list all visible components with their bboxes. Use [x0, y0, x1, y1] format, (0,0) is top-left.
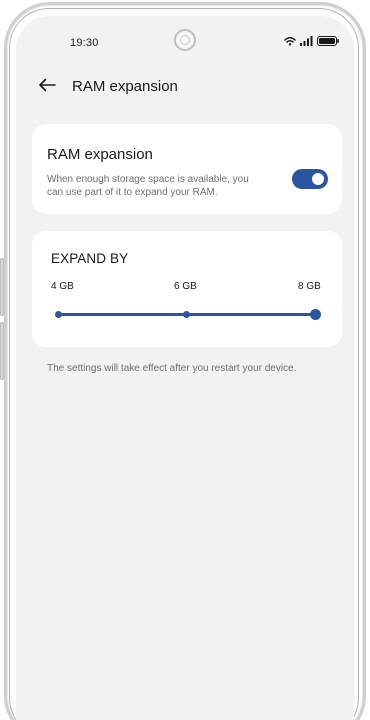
slider-thumb[interactable]: [309, 309, 321, 320]
option-label-4gb: 4 GB: [51, 281, 74, 292]
battery-icon: [317, 36, 339, 46]
back-button[interactable]: [36, 76, 58, 98]
phone-screen: 19:30 RAM expansion RAM expansion When e…: [16, 16, 354, 720]
wifi-icon: [284, 36, 296, 46]
arrow-left-icon: [38, 78, 56, 97]
ram-expansion-card: RAM expansion When enough storage space …: [32, 124, 342, 214]
option-label-6gb: 6 GB: [174, 281, 197, 292]
ram-expansion-title: RAM expansion: [47, 146, 153, 163]
device-mockup: 19:30 RAM expansion RAM expansion When e…: [0, 0, 370, 720]
status-icons: [284, 36, 339, 46]
front-camera: [174, 29, 196, 51]
expand-slider[interactable]: [54, 309, 321, 320]
volume-down-button: [0, 322, 4, 380]
status-time: 19:30: [70, 37, 99, 49]
ram-expansion-toggle[interactable]: [292, 169, 328, 189]
expand-by-card: EXPAND BY 4 GB 6 GB 8 GB: [32, 231, 342, 347]
toggle-knob: [312, 173, 324, 185]
slider-stop-4gb[interactable]: [54, 311, 62, 318]
ram-expansion-description: When enough storage space is available, …: [47, 174, 249, 198]
restart-note: The settings will take effect after you …: [47, 363, 297, 374]
volume-up-button: [0, 258, 4, 316]
option-label-8gb: 8 GB: [298, 281, 321, 292]
slider-stop-6gb[interactable]: [183, 311, 190, 318]
expand-by-title: EXPAND BY: [51, 251, 129, 266]
signal-icon: [300, 36, 313, 46]
page-title: RAM expansion: [72, 78, 178, 95]
